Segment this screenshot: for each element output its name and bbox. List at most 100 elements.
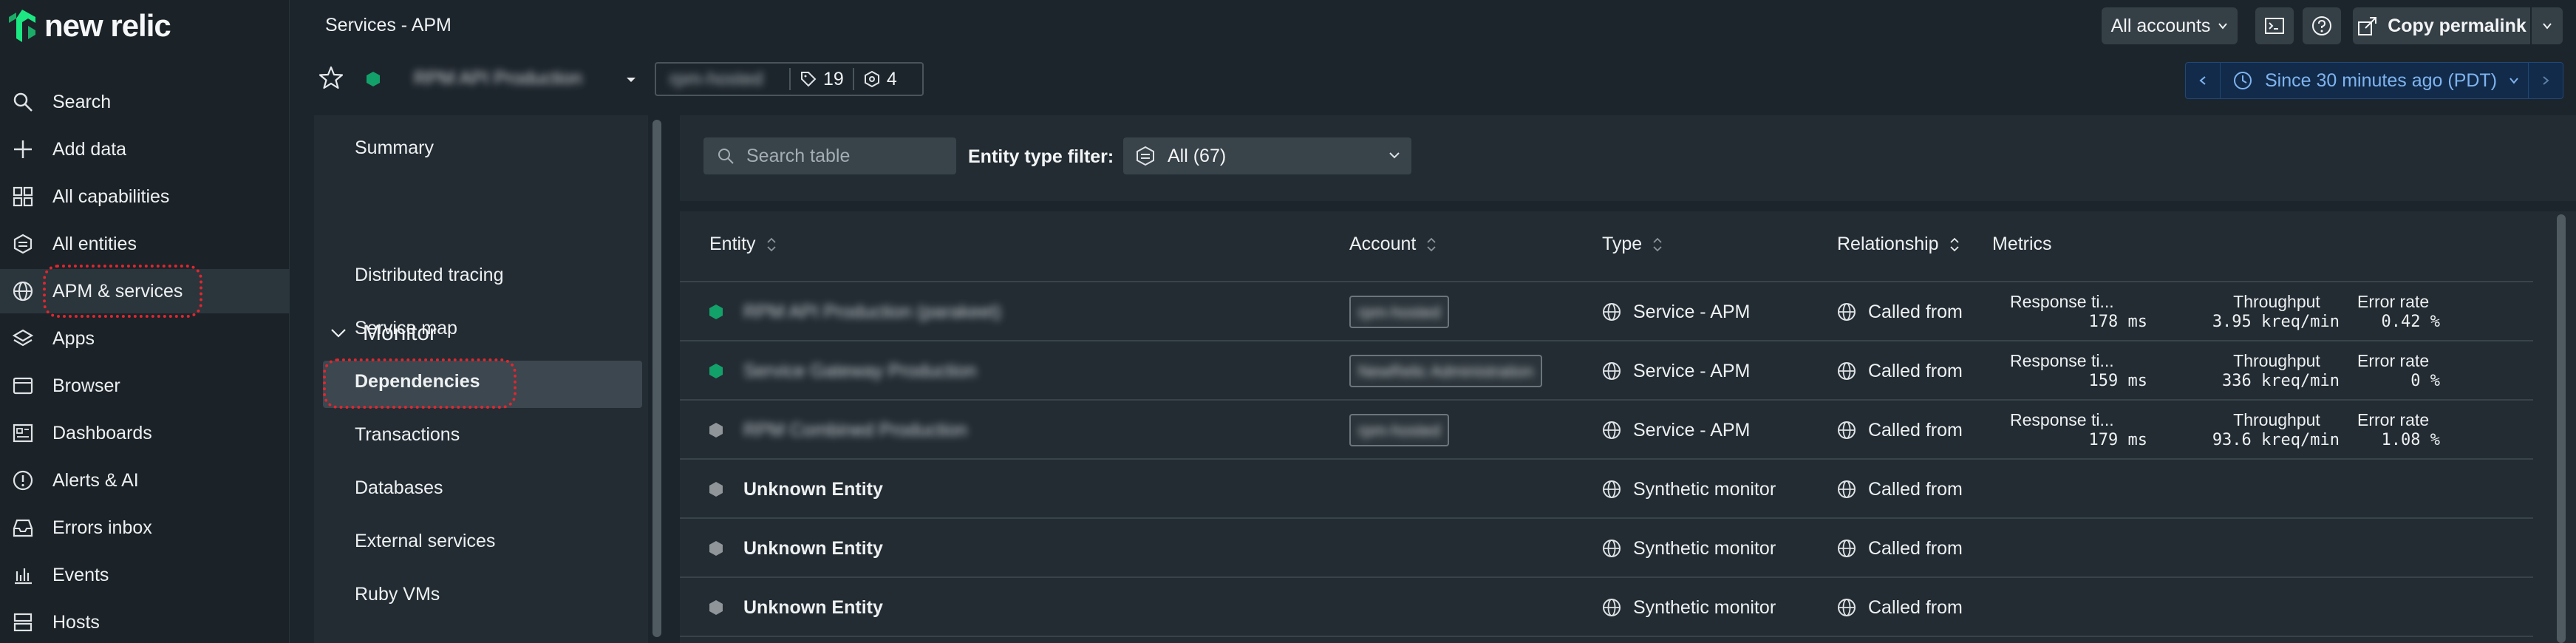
nav-item-errors-inbox[interactable]: Errors inbox — [0, 506, 290, 550]
nav-label: All capabilities — [52, 186, 170, 207]
column-header-relationship[interactable]: Relationship — [1837, 234, 1960, 255]
filter-bar: Entity type filter: All (67) — [680, 115, 2576, 201]
nav-item-alerts-ai[interactable]: Alerts & AI — [0, 458, 290, 503]
relationship: Called from — [1837, 460, 1963, 519]
entity-name-link[interactable]: Unknown Entity — [743, 460, 883, 519]
entities-icon — [10, 231, 35, 256]
globe-icon — [1838, 303, 1856, 321]
entity-tags[interactable]: rpm-hosted 19 4 — [655, 62, 924, 96]
scrollbar-thumb[interactable] — [2557, 214, 2566, 643]
relationship-label: Called from — [1868, 419, 1963, 440]
nav-item-dashboards[interactable]: Dashboards — [0, 411, 290, 455]
account-name: rpm-hosted — [1358, 421, 1441, 440]
metric-label: Throughput — [2233, 351, 2320, 370]
subnav-item-distributed-tracing[interactable]: Distributed tracing — [355, 265, 503, 286]
time-prev-button[interactable] — [2186, 63, 2220, 98]
metric-error-rate: Error rate 1.08 % — [2344, 409, 2440, 451]
search-field[interactable] — [703, 137, 956, 174]
layers-icon — [10, 326, 35, 351]
column-header-account[interactable]: Account — [1349, 234, 1437, 255]
metric-value: 159 ms — [2088, 372, 2147, 390]
subnav-scrollbar[interactable] — [650, 115, 664, 643]
new-relic-logo[interactable]: new relic — [7, 7, 171, 44]
entity-name-link[interactable]: RPM API Production (parakeet) — [743, 282, 1001, 341]
nav-item-all-capabilities[interactable]: All capabilities — [0, 174, 290, 219]
help-button[interactable] — [2303, 7, 2341, 44]
table-row[interactable]: RPM Combined Production rpm-hosted Service… — [680, 401, 2533, 460]
scrollbar-thumb[interactable] — [652, 120, 661, 637]
column-header-entity[interactable]: Entity — [709, 234, 777, 255]
health-status-icon — [709, 600, 723, 615]
search-input[interactable] — [746, 145, 938, 167]
nav-label: Apps — [52, 327, 95, 349]
permalink-menu-button[interactable] — [2532, 7, 2563, 44]
chevron-down-icon[interactable] — [624, 72, 638, 87]
table-row[interactable]: Unknown Entity Synthetic monitor Called fr… — [680, 519, 2533, 578]
column-label: Type — [1602, 234, 1643, 254]
time-range-selector[interactable]: Since 30 minutes ago (PDT) — [2220, 63, 2529, 98]
entity-type: Service - APM — [1602, 282, 1750, 341]
entity-name-link[interactable]: Unknown Entity — [743, 519, 883, 578]
all-accounts-button[interactable]: All accounts — [2102, 7, 2238, 44]
relationship: Called from — [1837, 341, 1963, 401]
favorite-star-icon[interactable] — [318, 65, 344, 92]
metric-response-time: Response ti... 178 ms — [2010, 291, 2147, 333]
chevron-down-icon — [2509, 78, 2518, 84]
nav-item-browser[interactable]: Browser — [0, 364, 290, 408]
table-row[interactable]: Unknown Entity Synthetic monitor Called fr… — [680, 460, 2533, 519]
subnav-item-transactions[interactable]: Transactions — [355, 424, 460, 446]
metric-label: Response ti... — [2010, 351, 2114, 370]
subnav-item-databases[interactable]: Databases — [355, 477, 443, 499]
copy-permalink-button[interactable]: Copy permalink — [2353, 7, 2530, 44]
nav-item-all-entities[interactable]: All entities — [0, 222, 290, 266]
metric-value: 0 % — [2410, 372, 2440, 390]
subnav-item-dependencies[interactable]: Dependencies — [355, 371, 480, 392]
column-label: Relationship — [1837, 234, 1939, 254]
entity-type: Synthetic monitor — [1602, 460, 1776, 519]
entity-name-link[interactable]: RPM Combined Production — [743, 401, 967, 460]
metric-response-time: Response ti... 179 ms — [2010, 409, 2147, 451]
nav-label: All entities — [52, 233, 137, 254]
grid-icon — [10, 184, 35, 209]
related-count: 4 — [863, 69, 897, 90]
entity-name-link[interactable]: Unknown Entity — [743, 578, 883, 637]
nav-item-apm-services[interactable]: APM & services — [0, 269, 290, 313]
nav-item-search[interactable]: Search — [0, 80, 290, 124]
subnav-item-summary[interactable]: Summary — [355, 137, 434, 159]
globe-icon — [1838, 599, 1856, 616]
entity-name-link[interactable]: Service Gateway Production — [743, 341, 976, 401]
table-row[interactable]: RPM API Production (parakeet) rpm-hosted S… — [680, 282, 2533, 341]
terminal-icon — [2265, 18, 2284, 34]
subnav-item-ruby-vms[interactable]: Ruby VMs — [355, 584, 440, 605]
globe-icon — [1603, 362, 1621, 380]
globe-icon — [1838, 362, 1856, 380]
sort-icon — [1427, 237, 1436, 251]
nav-item-hosts[interactable]: Hosts — [0, 600, 290, 643]
table-scrollbar[interactable] — [2554, 214, 2569, 643]
table-row[interactable]: Unknown Entity Synthetic monitor Called fr… — [680, 578, 2533, 637]
account-badge: rpm-hosted — [1349, 414, 1450, 446]
nav-item-apps[interactable]: Apps — [0, 316, 290, 361]
entity-type-select[interactable]: All (67) — [1123, 137, 1411, 174]
time-next-button[interactable] — [2529, 63, 2563, 98]
globe-icon — [1603, 540, 1621, 557]
nav-item-events[interactable]: Events — [0, 553, 290, 597]
chevron-down-icon — [2543, 23, 2552, 30]
health-status-icon — [709, 305, 723, 319]
nav-item-add-data[interactable]: Add data — [0, 127, 290, 171]
entity-name[interactable]: RPM API Production — [414, 68, 582, 89]
related-count-value: 4 — [886, 68, 897, 89]
subnav-item-external-services[interactable]: External services — [355, 531, 495, 552]
search-icon — [10, 89, 35, 115]
breadcrumb[interactable]: Services - APM — [325, 15, 452, 36]
globe-icon — [1603, 599, 1621, 616]
table-row[interactable]: Service Gateway Production NewRelic Admin… — [680, 341, 2533, 401]
subnav-item-service-map[interactable]: Service map — [355, 318, 457, 339]
entities-icon — [1137, 146, 1154, 166]
terminal-button[interactable] — [2255, 7, 2294, 44]
entity-type: Synthetic monitor — [1602, 519, 1776, 578]
health-status-icon — [709, 364, 723, 378]
time-picker[interactable]: Since 30 minutes ago (PDT) — [2185, 62, 2563, 99]
column-header-type[interactable]: Type — [1602, 234, 1663, 255]
metric-throughput: Throughput 3.95 kreq/min — [2184, 291, 2340, 333]
